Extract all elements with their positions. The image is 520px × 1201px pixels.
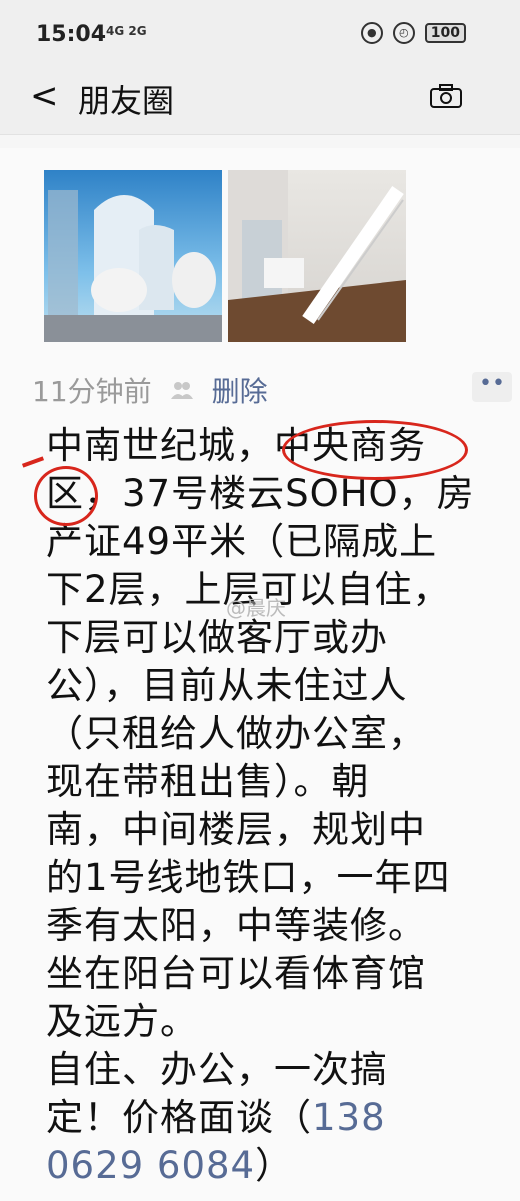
post-text-main: 中南世纪城，中央商务 区，37号楼云SOHO，房 产证49平米（已隔成上 下2层… bbox=[46, 424, 475, 1139]
signal-indicator: 4G 2G bbox=[106, 24, 147, 38]
delete-link[interactable]: 删除 bbox=[212, 370, 268, 410]
post-content: 中南世纪城，中央商务 区，37号楼云SOHO，房 产证49平米（已隔成上 下2层… bbox=[46, 422, 486, 1190]
annotation-circle bbox=[34, 466, 98, 526]
lock-icon: ● bbox=[360, 22, 383, 44]
alarm-icon: ◴ bbox=[392, 22, 415, 44]
annotation-circle bbox=[282, 420, 468, 480]
status-time: 15:04 bbox=[36, 22, 107, 47]
status-icons: ● ◴ 100 bbox=[360, 22, 466, 44]
nav-bar: < 朋友圈 bbox=[0, 62, 520, 135]
battery-indicator: 100 bbox=[424, 23, 466, 43]
moment-card: 11分钟前 删除 •• 中南世纪城，中央商务 区，37号楼云SOHO，房 产证4… bbox=[0, 148, 520, 1201]
camera-icon[interactable] bbox=[430, 84, 462, 108]
watermark: @晨庆 bbox=[226, 596, 286, 620]
page-title: 朋友圈 bbox=[78, 82, 175, 120]
interior-photo[interactable] bbox=[228, 170, 406, 342]
back-icon[interactable]: < bbox=[30, 76, 59, 116]
status-bar: 15:04 4G 2G ● ◴ 100 bbox=[0, 0, 520, 62]
post-meta: 11分钟前 删除 bbox=[32, 370, 268, 410]
annotation-mark bbox=[21, 456, 45, 468]
people-icon bbox=[170, 382, 193, 399]
more-icon[interactable]: •• bbox=[472, 372, 512, 402]
post-text-end: ） bbox=[255, 1144, 294, 1187]
post-time: 11分钟前 bbox=[32, 375, 152, 408]
building-photo[interactable] bbox=[44, 170, 222, 342]
